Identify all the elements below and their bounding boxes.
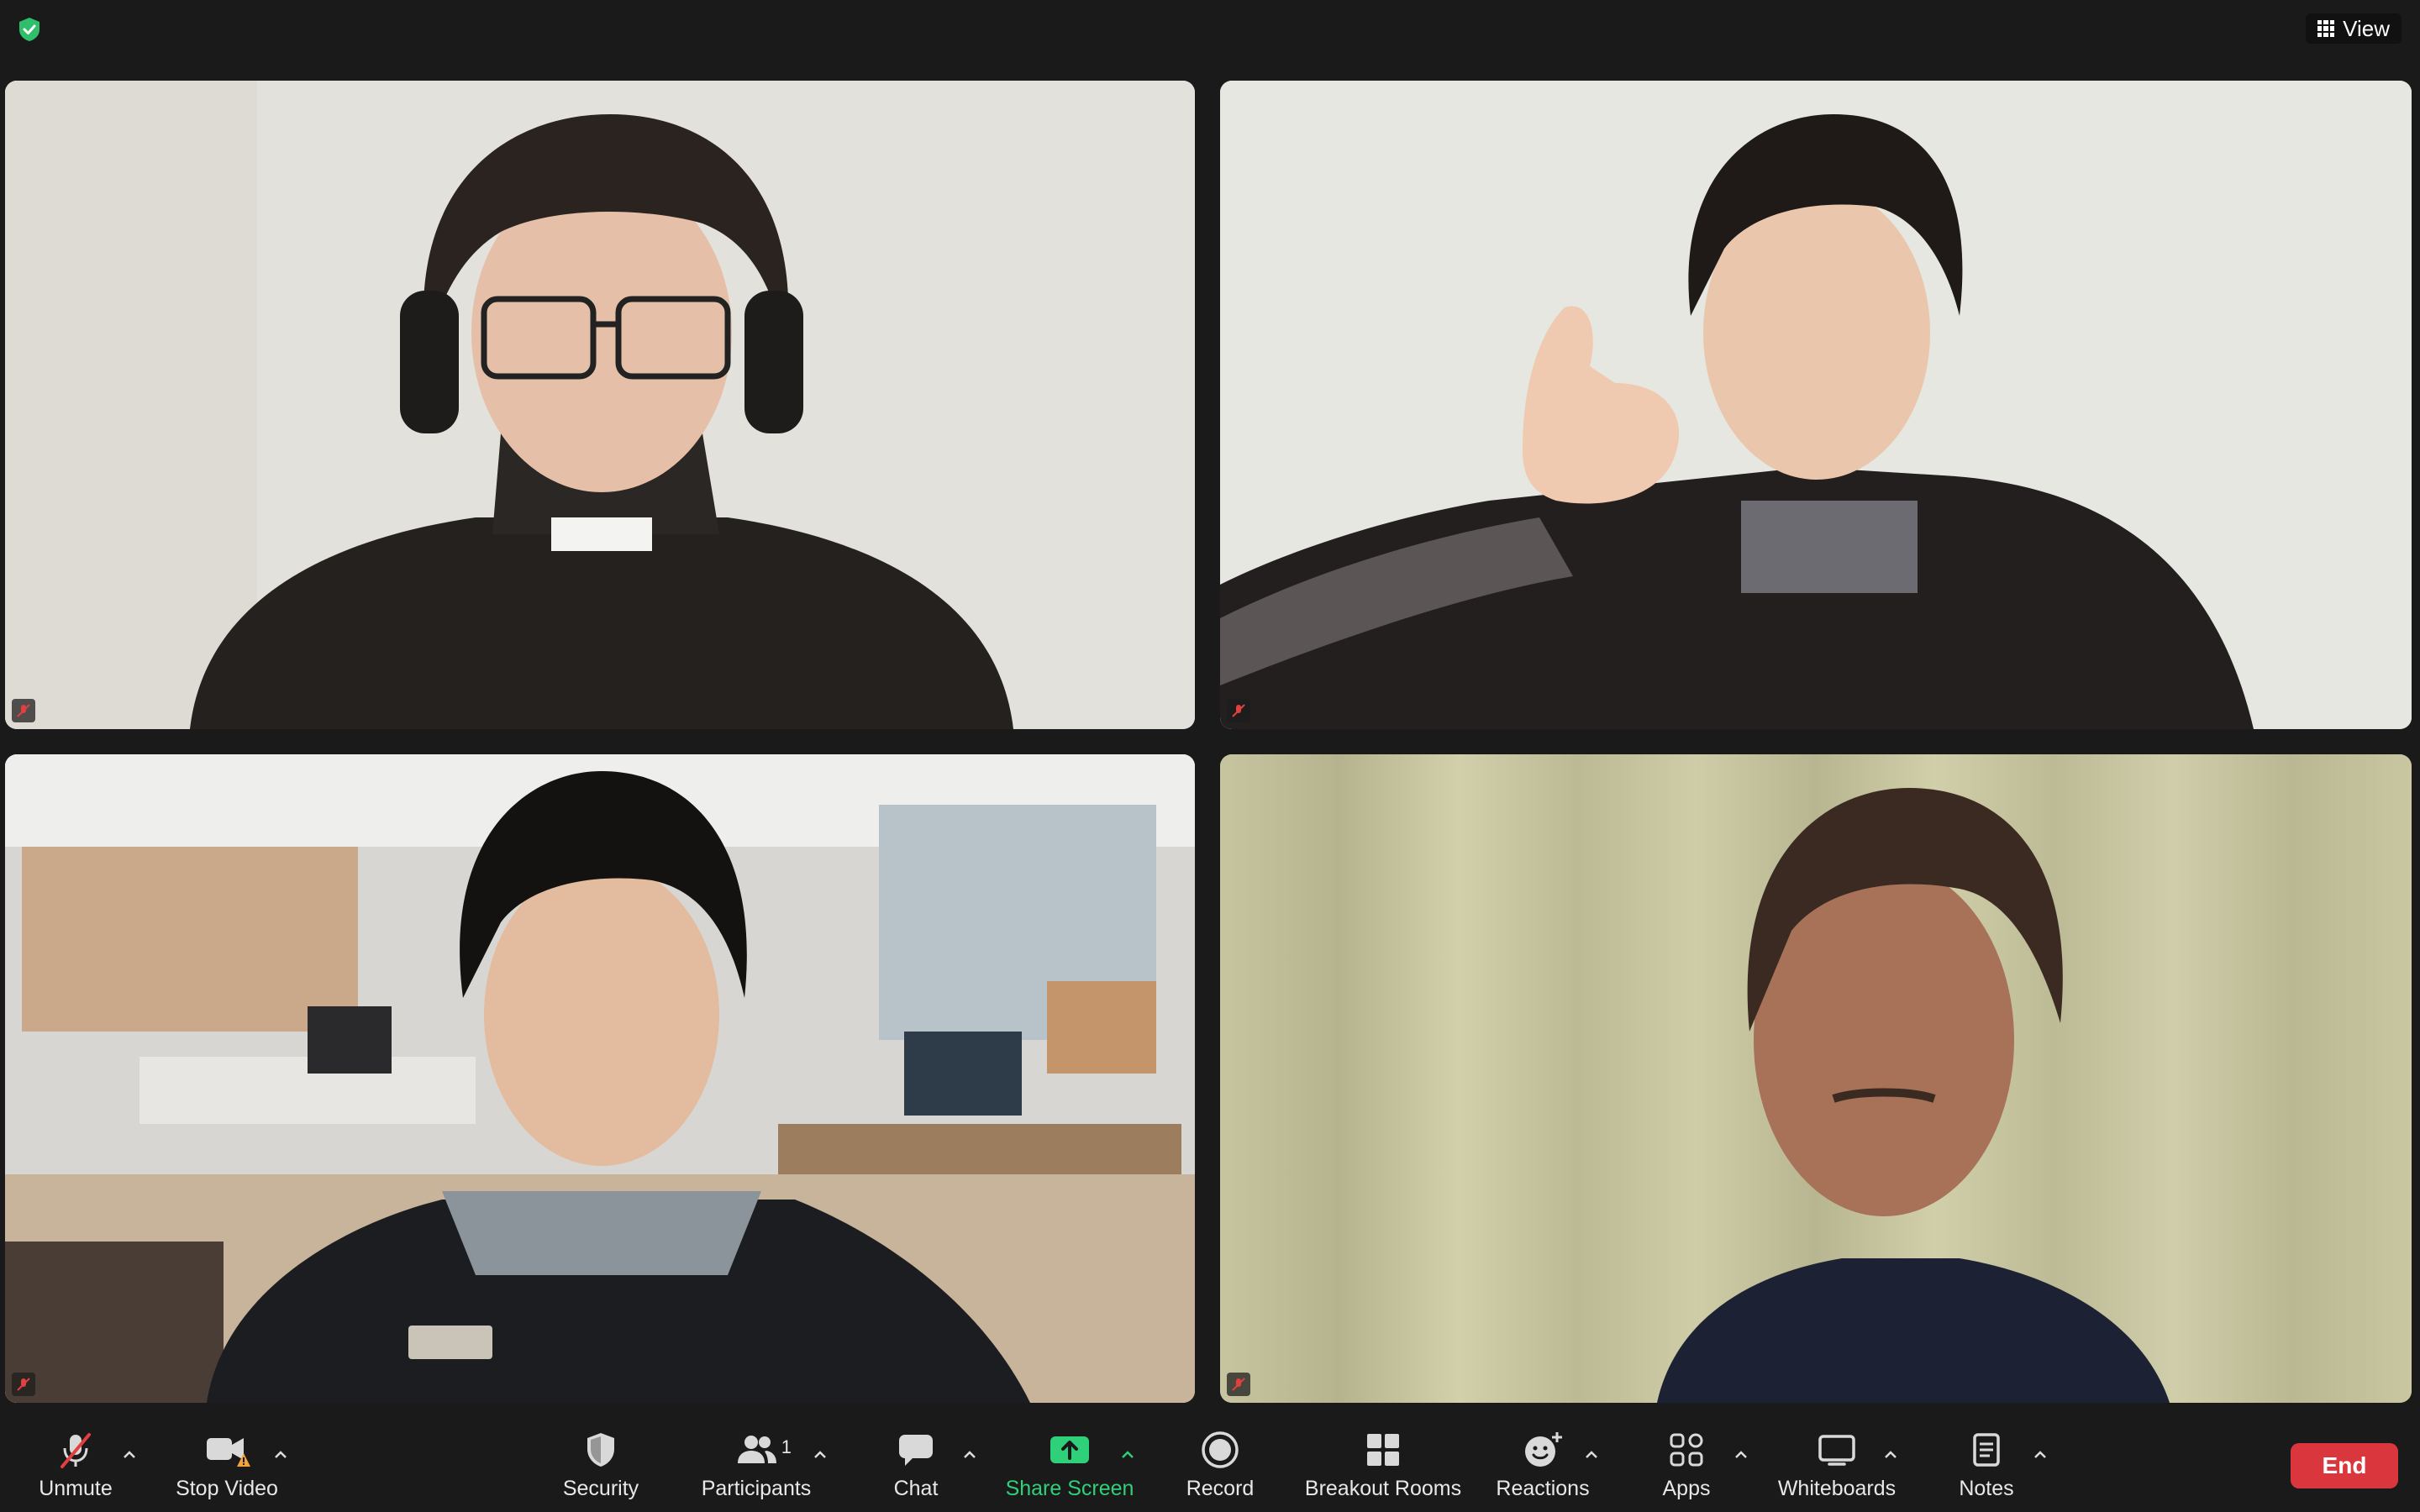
unmute-label: Unmute	[39, 1476, 113, 1500]
apps-label: Apps	[1662, 1476, 1711, 1500]
share-screen-label: Share Screen	[1005, 1476, 1134, 1500]
muted-mic-icon	[12, 1373, 35, 1396]
record-button[interactable]: Record	[1170, 1416, 1270, 1512]
participants-label: Participants	[701, 1476, 812, 1500]
breakout-rooms-button[interactable]: Breakout Rooms	[1299, 1416, 1467, 1512]
whiteboards-label: Whiteboards	[1777, 1476, 1897, 1500]
muted-mic-icon	[12, 699, 35, 722]
chat-label: Chat	[893, 1476, 939, 1500]
apps-button[interactable]: Apps	[1636, 1416, 1737, 1512]
audio-options-caret-icon[interactable]	[119, 1445, 139, 1465]
notes-label: Notes	[1959, 1476, 2014, 1500]
apps-icon	[1661, 1428, 1712, 1472]
shield-icon	[576, 1428, 626, 1472]
security-label: Security	[562, 1476, 639, 1500]
breakout-rooms-label: Breakout Rooms	[1304, 1476, 1462, 1500]
muted-microphone-icon	[50, 1428, 101, 1472]
security-button[interactable]: Security	[550, 1416, 651, 1512]
apps-options-caret-icon[interactable]	[1731, 1445, 1751, 1465]
video-tile-participant-2[interactable]	[1220, 81, 2412, 729]
participant-4-video	[1220, 754, 2412, 1403]
participants-options-caret-icon[interactable]	[810, 1445, 830, 1465]
meeting-window: View Unmute Stop Video Security 1 Partic…	[0, 0, 2420, 1512]
stop-video-button[interactable]: Stop Video	[168, 1416, 286, 1512]
video-tile-participant-4[interactable]	[1220, 754, 2412, 1403]
meeting-controls-toolbar: Unmute Stop Video Security 1 Participant…	[0, 1416, 2420, 1512]
encryption-shield-icon[interactable]	[15, 15, 44, 44]
share-options-caret-icon[interactable]	[1118, 1445, 1138, 1465]
notes-button[interactable]: Notes	[1936, 1416, 2037, 1512]
view-button[interactable]: View	[2306, 13, 2402, 44]
whiteboard-icon	[1812, 1428, 1862, 1472]
breakout-rooms-grid-icon	[1358, 1428, 1408, 1472]
muted-mic-icon	[1227, 699, 1250, 722]
participants-icon: 1	[731, 1428, 792, 1472]
reactions-options-caret-icon[interactable]	[1581, 1445, 1602, 1465]
share-screen-arrow-icon	[1044, 1428, 1095, 1472]
grid-view-icon	[2317, 20, 2335, 37]
participants-count: 1	[781, 1436, 792, 1457]
top-bar: View	[0, 0, 2420, 77]
chat-button[interactable]: Chat	[865, 1416, 966, 1512]
unmute-button[interactable]: Unmute	[25, 1416, 126, 1512]
notes-options-caret-icon[interactable]	[2030, 1445, 2050, 1465]
video-tile-participant-3[interactable]	[5, 754, 1195, 1403]
stop-video-label: Stop Video	[176, 1476, 278, 1500]
chat-options-caret-icon[interactable]	[960, 1445, 980, 1465]
video-tile-participant-1[interactable]	[5, 81, 1195, 729]
muted-mic-icon	[1227, 1373, 1250, 1396]
participants-button[interactable]: 1 Participants	[689, 1416, 823, 1512]
reactions-label: Reactions	[1496, 1476, 1590, 1500]
smiley-plus-icon	[1518, 1428, 1568, 1472]
participant-2-video	[1220, 81, 2412, 729]
end-meeting-button[interactable]: End	[2291, 1443, 2398, 1488]
notes-icon	[1961, 1428, 2012, 1472]
reactions-button[interactable]: Reactions	[1492, 1416, 1593, 1512]
participant-1-video	[5, 81, 1195, 729]
chat-bubble-icon	[891, 1428, 941, 1472]
participant-3-video	[5, 754, 1195, 1403]
video-camera-warning-icon	[202, 1428, 252, 1472]
record-label: Record	[1186, 1476, 1255, 1500]
record-icon	[1195, 1428, 1245, 1472]
view-label: View	[2343, 15, 2390, 41]
whiteboards-options-caret-icon[interactable]	[1881, 1445, 1901, 1465]
video-options-caret-icon[interactable]	[271, 1445, 291, 1465]
